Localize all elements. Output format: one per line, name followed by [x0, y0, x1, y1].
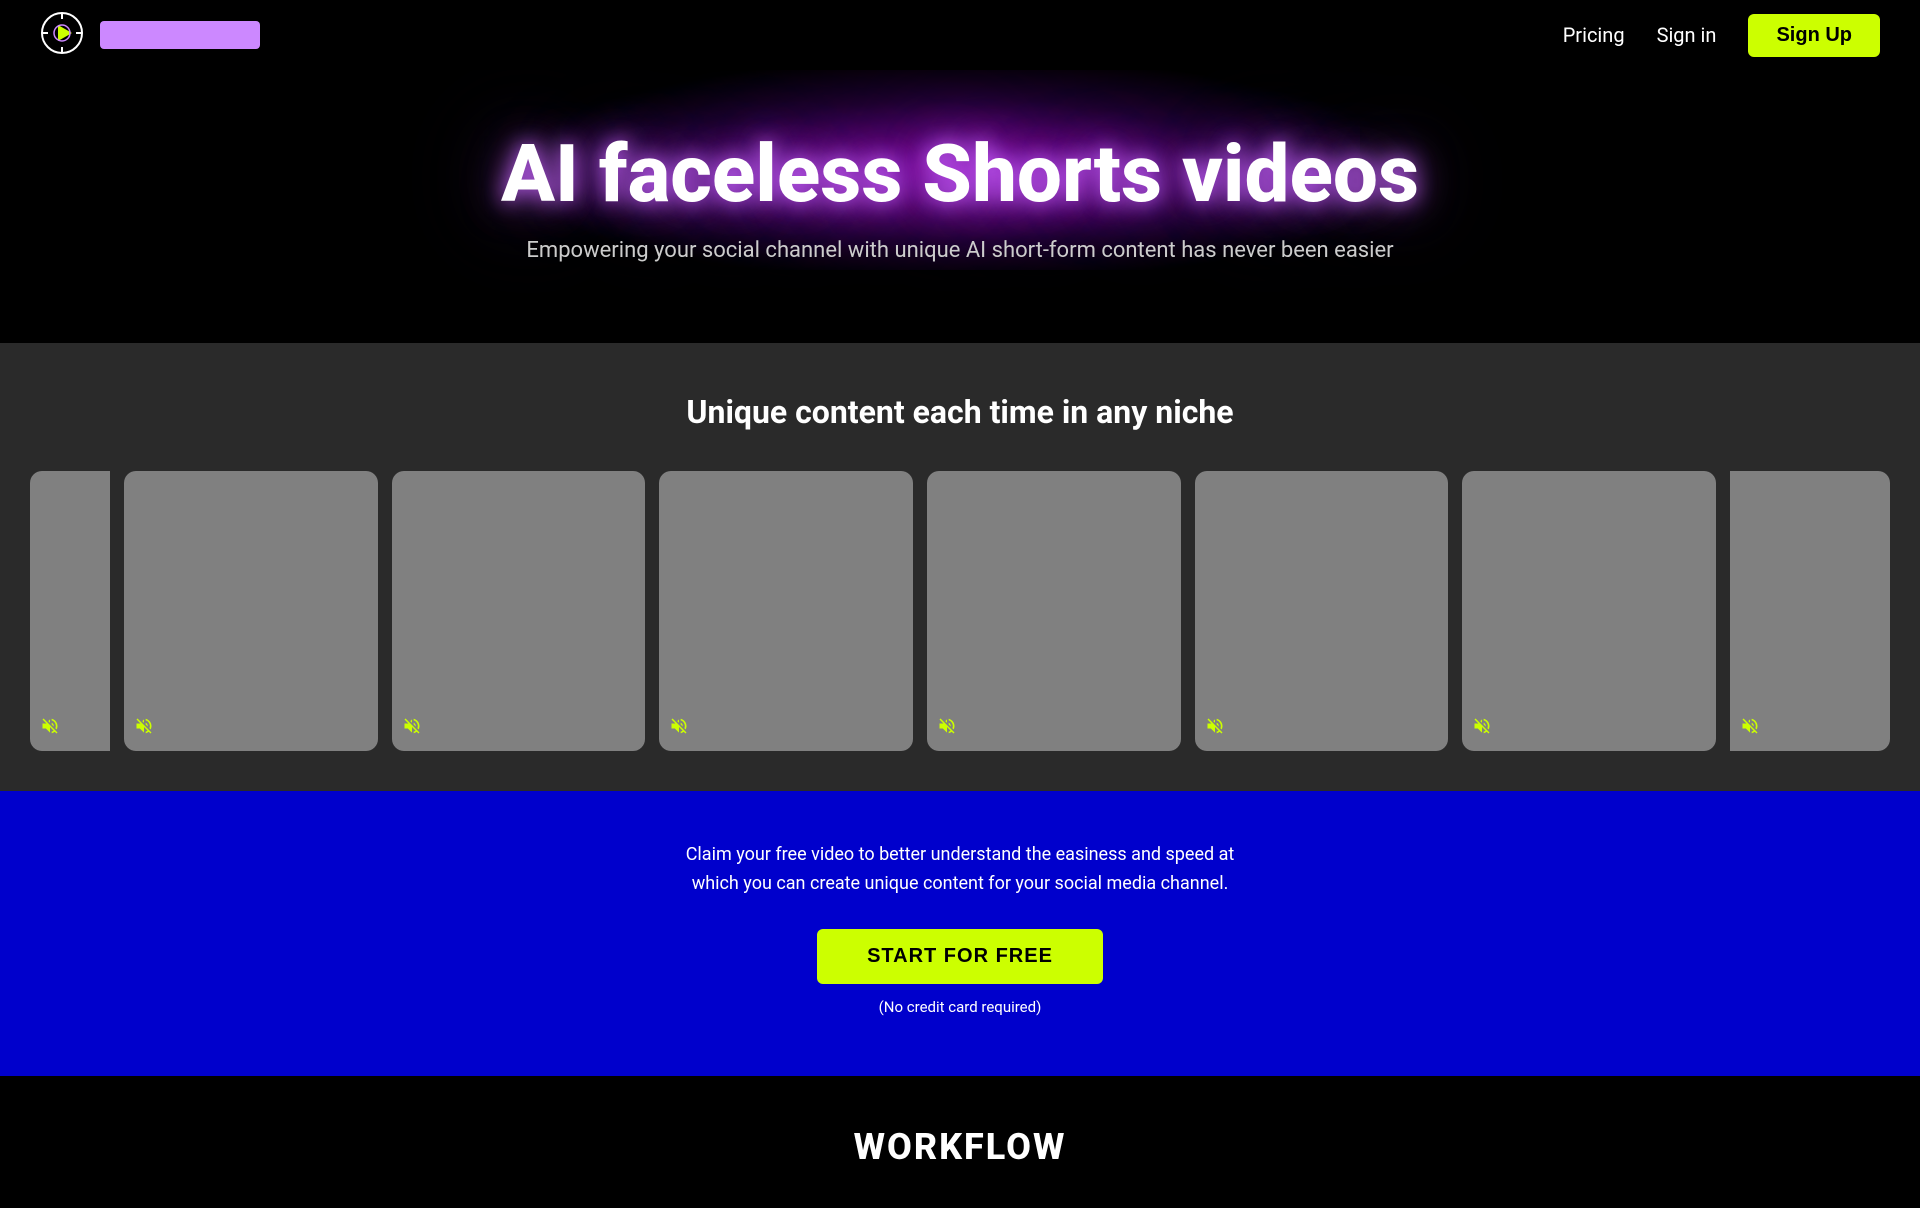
video-grid: [20, 471, 1900, 751]
mute-icon[interactable]: [1205, 716, 1225, 741]
video-card[interactable]: [659, 471, 913, 751]
hero-subtitle: Empowering your social channel with uniq…: [40, 238, 1880, 263]
navbar: Pricing Sign in Sign Up: [0, 0, 1920, 70]
hero-title: AI faceless Shorts videos: [40, 130, 1880, 218]
navbar-left: [40, 11, 260, 59]
video-card[interactable]: [1195, 471, 1449, 751]
mute-icon[interactable]: [40, 716, 60, 741]
video-card[interactable]: [1730, 471, 1890, 751]
navbar-right: Pricing Sign in Sign Up: [1563, 14, 1880, 57]
cta-note: (No credit card required): [40, 998, 1880, 1016]
signin-link[interactable]: Sign in: [1657, 23, 1717, 47]
video-card[interactable]: [392, 471, 646, 751]
mute-icon[interactable]: [1472, 716, 1492, 741]
cta-text: Claim your free video to better understa…: [40, 841, 1880, 899]
mute-icon[interactable]: [669, 716, 689, 741]
logo-icon: [40, 11, 84, 59]
mute-icon[interactable]: [1740, 716, 1760, 741]
mute-icon[interactable]: [402, 716, 422, 741]
signup-button[interactable]: Sign Up: [1748, 14, 1880, 57]
video-card[interactable]: [927, 471, 1181, 751]
start-for-free-button[interactable]: START FOR FREE: [817, 929, 1103, 984]
mute-icon[interactable]: [937, 716, 957, 741]
video-card[interactable]: [124, 471, 378, 751]
content-section: Unique content each time in any niche: [0, 343, 1920, 791]
pricing-link[interactable]: Pricing: [1563, 23, 1625, 47]
workflow-title: WORKFLOW: [40, 1126, 1880, 1168]
section-title: Unique content each time in any niche: [20, 393, 1900, 431]
logo-text: [100, 21, 260, 49]
video-card[interactable]: [1462, 471, 1716, 751]
hero-section: AI faceless Shorts videos Empowering you…: [0, 70, 1920, 343]
video-card[interactable]: [30, 471, 110, 751]
cta-section: Claim your free video to better understa…: [0, 791, 1920, 1076]
workflow-section: WORKFLOW: [0, 1076, 1920, 1208]
mute-icon[interactable]: [134, 716, 154, 741]
